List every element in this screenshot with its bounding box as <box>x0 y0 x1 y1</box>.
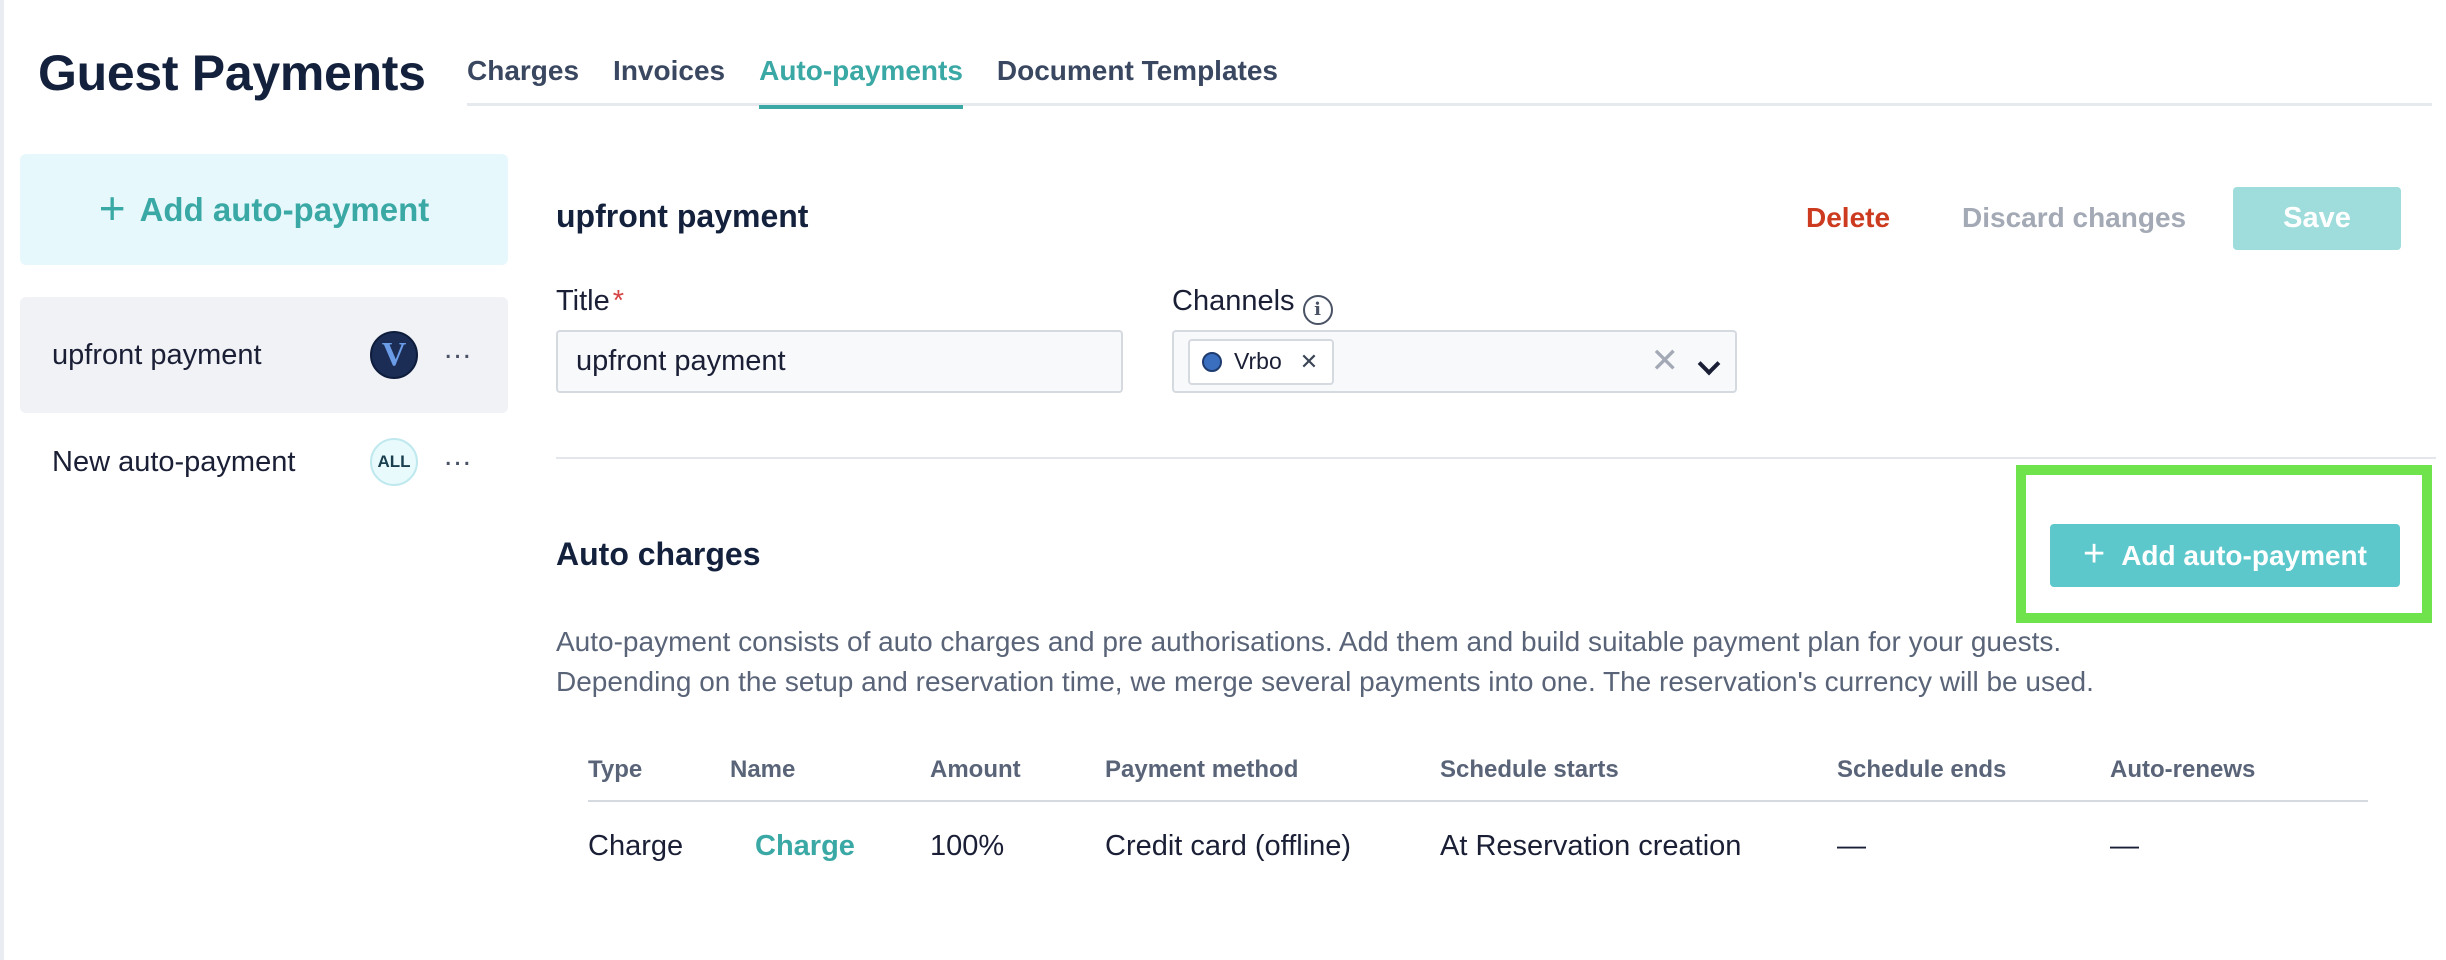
column-header-payment-method: Payment method <box>1105 756 1299 783</box>
sidebar-add-auto-payment-label: Add auto-payment <box>139 190 430 228</box>
cell-amount: 100% <box>930 830 1005 862</box>
cell-payment-method: Credit card (offline) <box>1105 830 1352 862</box>
column-header-schedule-starts: Schedule starts <box>1440 756 1619 783</box>
sidebar-item-label: upfront payment <box>52 338 262 371</box>
auto-charges-description: Auto-payment consists of auto charges an… <box>556 622 2094 702</box>
channels-label-text: Channels <box>1172 285 1295 317</box>
add-auto-payment-button[interactable]: + Add auto-payment <box>2050 524 2400 587</box>
left-rail <box>0 0 4 960</box>
plus-icon: + <box>2083 532 2106 575</box>
vrbo-channel-badge: V <box>370 331 418 379</box>
title-label-text: Title <box>556 285 610 317</box>
vrbo-dot-icon <box>1202 351 1222 372</box>
sidebar-item-upfront-payment[interactable]: upfront payment V ... <box>20 297 508 413</box>
cell-auto-renews: — <box>2110 830 2139 862</box>
auto-charges-heading: Auto charges <box>556 536 761 572</box>
channels-select[interactable]: Vrbo ✕ ✕ <box>1172 330 1737 393</box>
section-divider <box>556 457 2436 459</box>
more-horizontal-icon[interactable]: ... <box>438 334 478 364</box>
channel-chip-vrbo: Vrbo ✕ <box>1188 338 1335 385</box>
more-horizontal-icon[interactable]: ... <box>438 441 478 471</box>
page-title: Guest Payments <box>38 45 426 101</box>
plus-icon: + <box>98 181 126 234</box>
cell-schedule-ends: — <box>1837 830 1866 862</box>
tab-auto-payments[interactable]: Auto-payments <box>759 50 963 109</box>
save-button[interactable]: Save <box>2233 187 2401 250</box>
channels-field-label: Channels i <box>1172 285 1333 325</box>
required-mark: * <box>612 285 625 317</box>
remove-chip-icon[interactable]: ✕ <box>1300 349 1318 375</box>
tab-bar: Charges Invoices Auto-payments Document … <box>467 50 2432 109</box>
discard-changes-button[interactable]: Discard changes <box>1962 202 2186 234</box>
delete-button[interactable]: Delete <box>1806 202 1890 234</box>
tab-invoices[interactable]: Invoices <box>613 50 725 106</box>
clear-selection-icon[interactable]: ✕ <box>1651 344 1680 378</box>
column-header-auto-renews: Auto-renews <box>2110 756 2256 783</box>
chevron-down-icon[interactable] <box>1697 352 1721 376</box>
column-header-name: Name <box>730 756 796 783</box>
description-line-1: Auto-payment consists of auto charges an… <box>556 626 2062 657</box>
info-icon[interactable]: i <box>1302 294 1333 325</box>
table-header: Type Name Amount Payment method Schedule… <box>588 756 2368 802</box>
tab-document-templates[interactable]: Document Templates <box>997 50 1278 106</box>
column-header-type: Type <box>588 756 643 783</box>
title-input[interactable] <box>556 330 1123 393</box>
title-field-label: Title * <box>556 285 624 318</box>
tab-charges[interactable]: Charges <box>467 50 579 106</box>
column-header-schedule-ends: Schedule ends <box>1837 756 2007 783</box>
cell-schedule-starts: At Reservation creation <box>1440 830 1742 862</box>
cell-name-link[interactable]: Charge <box>755 830 855 863</box>
all-channels-badge: ALL <box>370 438 418 486</box>
table-row: Charge Charge 100% Credit card (offline)… <box>588 830 2368 870</box>
sidebar-item-label: New auto-payment <box>52 445 296 478</box>
editor-heading: upfront payment <box>556 198 809 234</box>
channel-chip-label: Vrbo <box>1234 348 1282 374</box>
sidebar-item-new-auto-payment[interactable]: New auto-payment ALL ... <box>20 404 508 520</box>
cell-type: Charge <box>588 830 684 862</box>
sidebar-add-auto-payment-button[interactable]: + Add auto-payment <box>20 154 508 265</box>
add-auto-payment-label: Add auto-payment <box>2121 539 2367 571</box>
description-line-2: Depending on the setup and reservation t… <box>556 666 2094 697</box>
column-header-amount: Amount <box>930 756 1021 783</box>
